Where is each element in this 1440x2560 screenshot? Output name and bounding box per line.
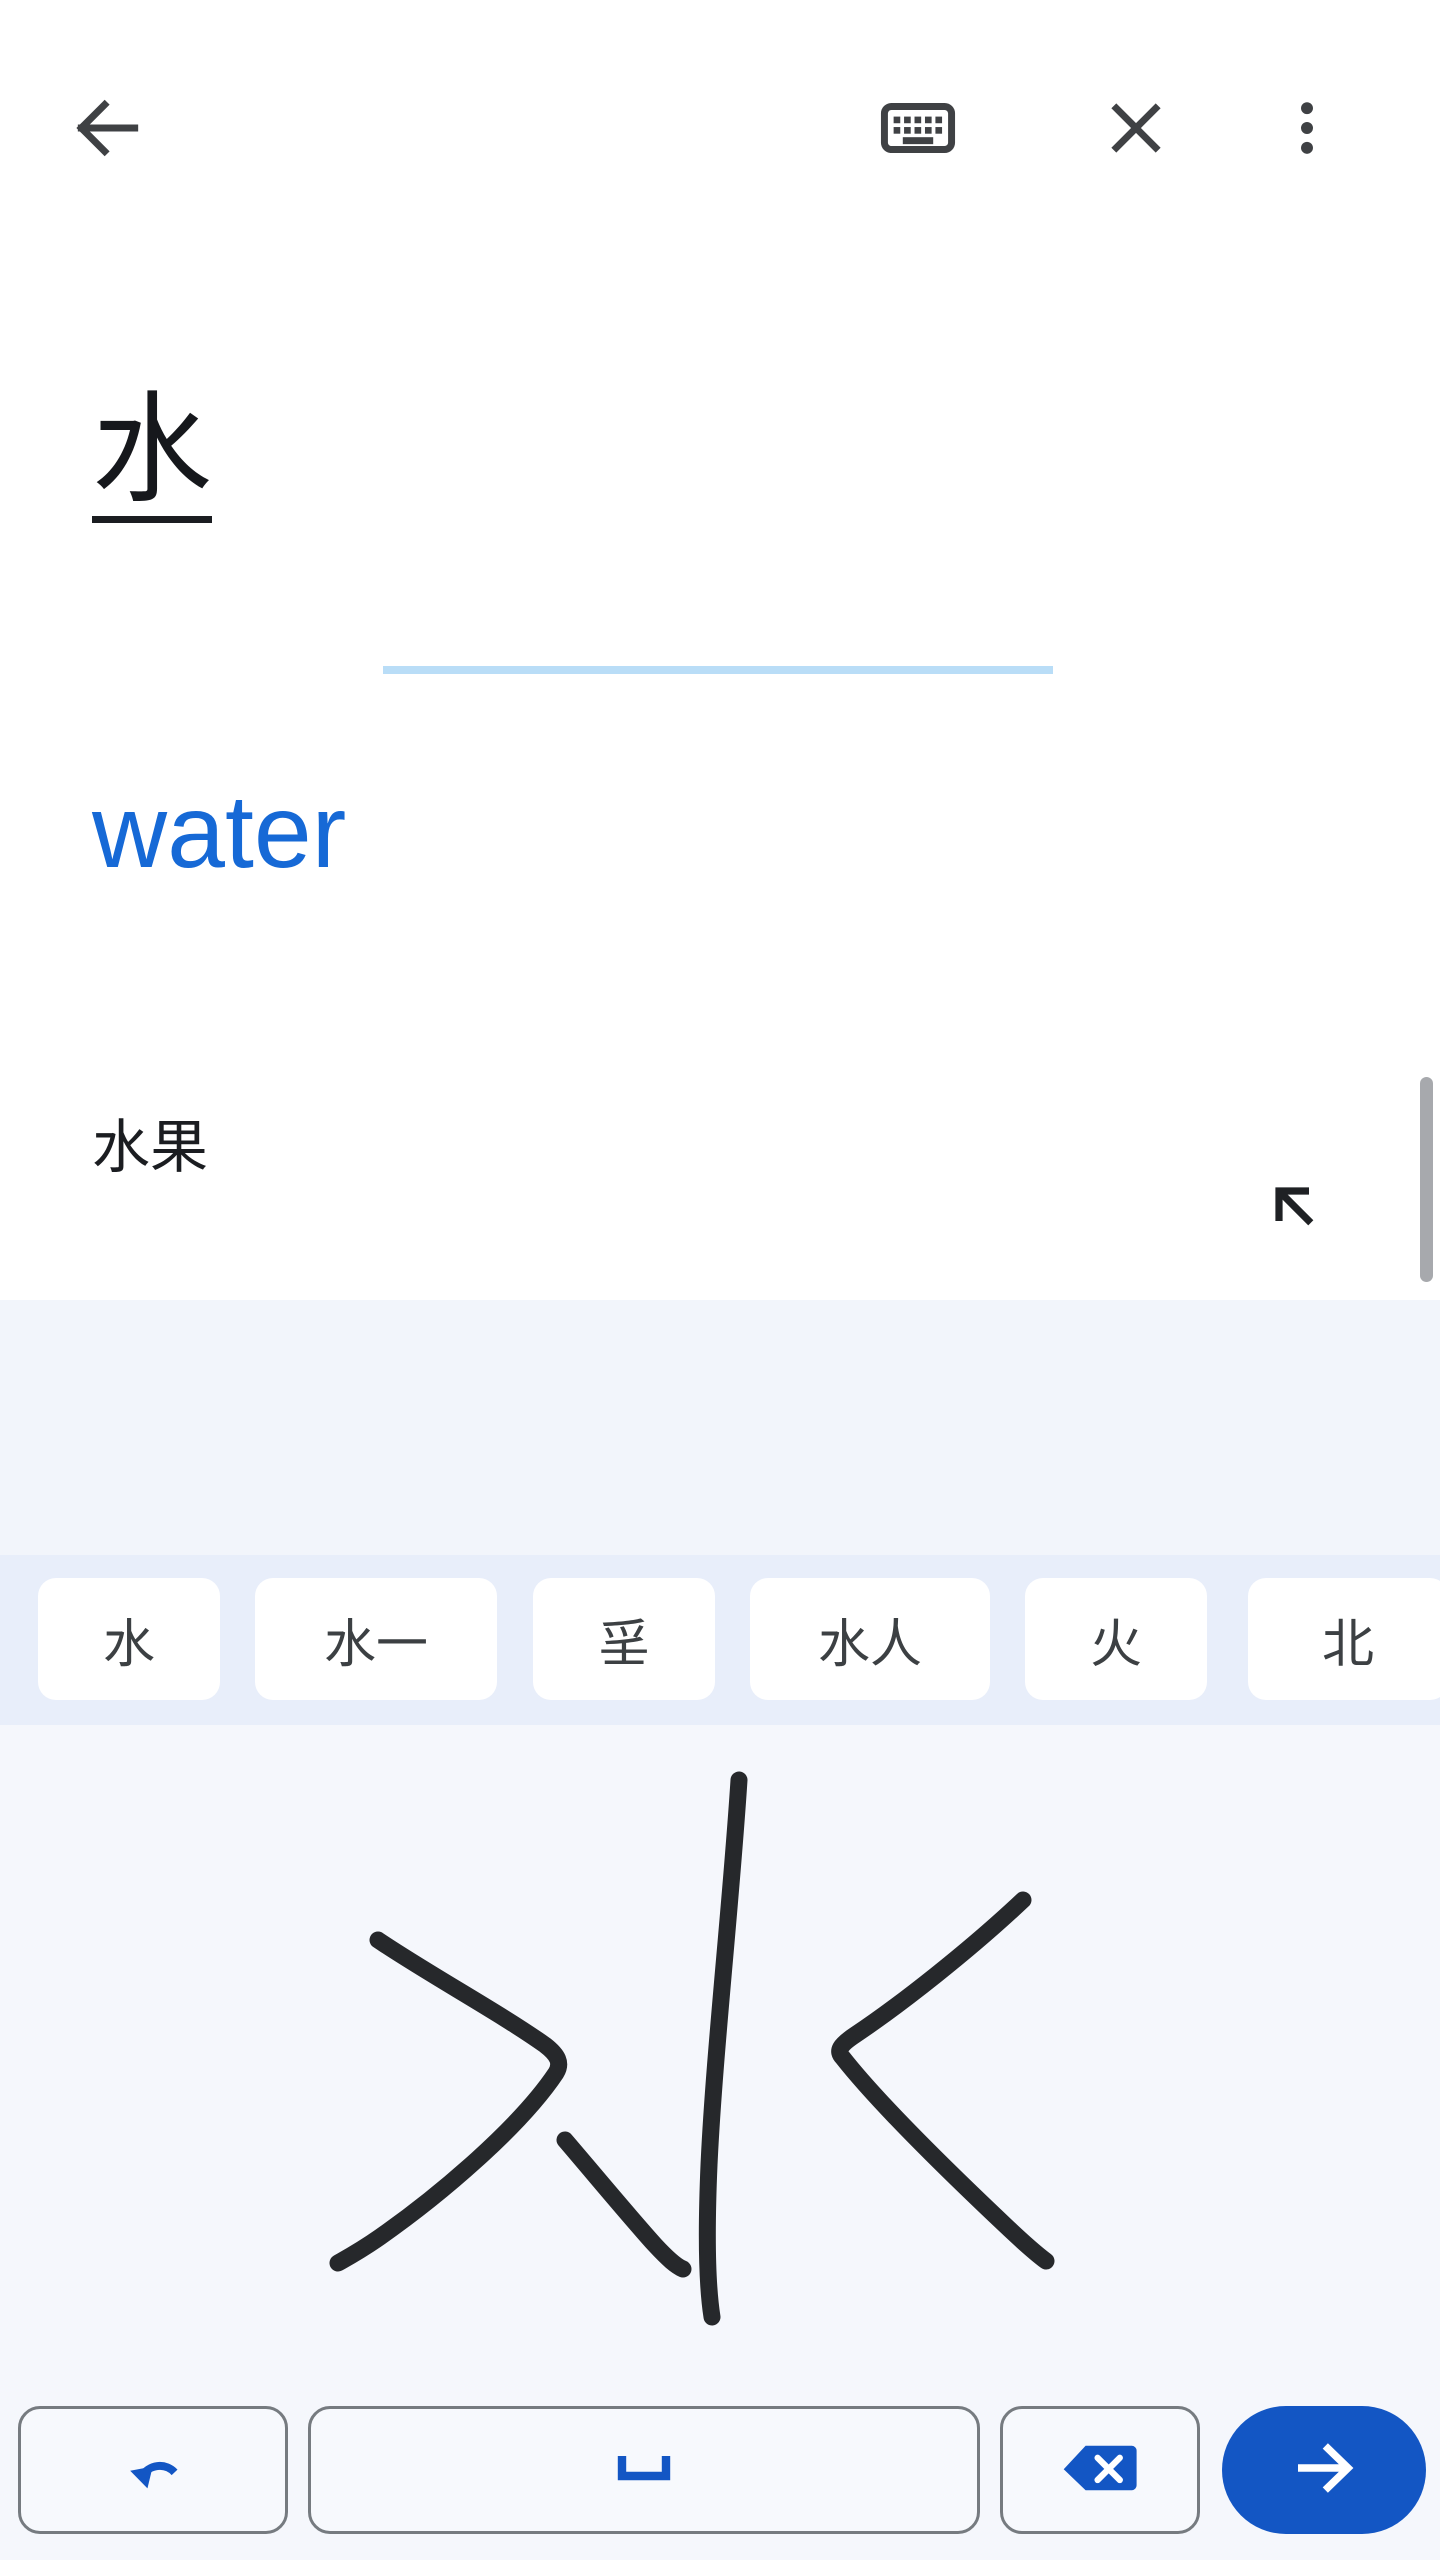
translation-sheet: 水 water 水果 <box>0 0 1440 1300</box>
candidate-label: 㸒 <box>597 1615 650 1674</box>
candidate-label: 水人 <box>817 1615 922 1674</box>
candidate-label: 火 <box>1089 1615 1142 1674</box>
back-arrow-icon[interactable] <box>60 80 156 176</box>
candidate-label: 水 <box>102 1615 155 1674</box>
keyboard-icon[interactable] <box>870 80 966 176</box>
candidate-chip[interactable]: 水人 <box>750 1578 990 1700</box>
handwriting-canvas[interactable] <box>0 1725 1440 2380</box>
language-bar: Chinese (Si... English <box>0 1300 1440 1555</box>
arrow-north-west-icon[interactable] <box>1258 1170 1330 1242</box>
candidate-chip[interactable]: 火 <box>1025 1578 1207 1700</box>
candidate-chip[interactable]: 㸒 <box>533 1578 715 1700</box>
candidate-chip[interactable]: 水 <box>38 1578 220 1700</box>
candidate-chip[interactable]: 北 <box>1248 1578 1440 1700</box>
candidate-label: 北 <box>1321 1615 1374 1674</box>
candidate-chip[interactable]: 水一 <box>255 1578 497 1700</box>
translate-handwriting-screen: 水 water 水果 Chinese (Si... <box>0 0 1440 2560</box>
suggestion-text[interactable]: 水果 <box>92 1119 208 1177</box>
source-text[interactable]: 水 <box>92 390 212 523</box>
keyboard-key-row <box>0 2380 1440 2560</box>
space-bar-icon <box>613 2448 675 2493</box>
candidate-label: 水一 <box>323 1615 428 1674</box>
undo-button[interactable] <box>18 2406 288 2534</box>
app-bar <box>0 0 1440 210</box>
translation-result[interactable]: water <box>92 780 346 884</box>
more-vert-icon[interactable] <box>1272 80 1342 176</box>
suggestion-row[interactable]: 水果 <box>0 1075 1440 1285</box>
space-button[interactable] <box>308 2406 980 2534</box>
composing-underline <box>383 666 1053 674</box>
enter-button[interactable] <box>1222 2406 1426 2534</box>
backspace-button[interactable] <box>1000 2406 1200 2534</box>
candidate-strip[interactable]: 水 水一 㸒 水人 火 北 <box>0 1555 1440 1725</box>
undo-icon <box>116 2431 190 2510</box>
close-icon[interactable] <box>1088 80 1184 176</box>
backspace-icon <box>1058 2437 1142 2504</box>
suggestion-scrollbar[interactable] <box>1420 1077 1433 1282</box>
arrow-forward-icon <box>1285 2429 1363 2512</box>
